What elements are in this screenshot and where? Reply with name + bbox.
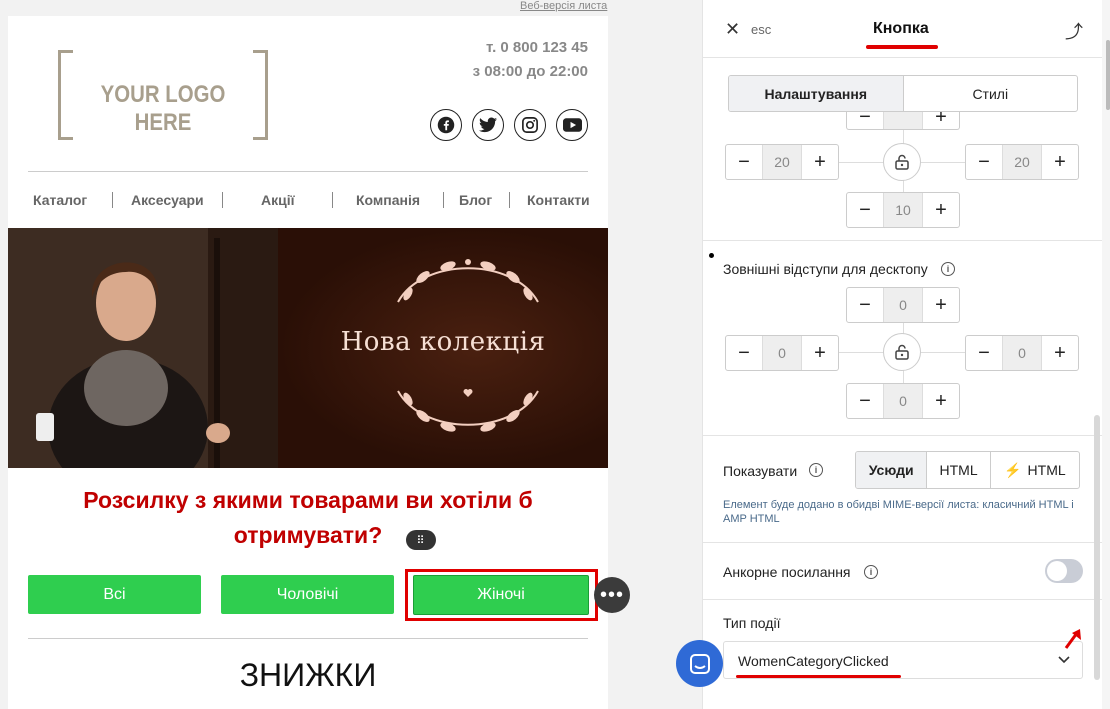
- margins-label: Зовнішні відступи для десктопу: [723, 261, 928, 277]
- margin-bottom-stepper[interactable]: − 0 +: [846, 383, 960, 419]
- nav-item-promotions[interactable]: Акції: [261, 192, 295, 208]
- nav-item-contacts[interactable]: Контакти: [527, 192, 590, 208]
- floral-wreath-top-icon: [397, 259, 539, 303]
- page-scrollbar-thumb[interactable]: [1106, 40, 1110, 110]
- info-icon[interactable]: i: [864, 565, 878, 579]
- question-heading: Розсилку з якими товарами ви хотіли б от…: [83, 487, 533, 548]
- tab-styles[interactable]: Стилі: [904, 76, 1078, 111]
- chat-icon[interactable]: [676, 640, 723, 687]
- decrement-button[interactable]: −: [966, 336, 1002, 370]
- chevron-down-icon: [1058, 651, 1070, 667]
- info-icon[interactable]: i: [809, 463, 823, 477]
- facebook-icon[interactable]: [430, 109, 462, 141]
- twitter-icon[interactable]: [472, 109, 504, 141]
- hero-title: Нова колекція: [340, 327, 546, 357]
- lightning-icon: ⚡: [1004, 461, 1022, 478]
- padding-right-stepper[interactable]: − 20 +: [965, 144, 1079, 180]
- esc-hint: esc: [751, 22, 772, 37]
- decrement-button[interactable]: −: [726, 336, 762, 370]
- youtube-icon[interactable]: [556, 109, 588, 141]
- cursor-dot: [709, 253, 714, 258]
- nav-item-company[interactable]: Компанія: [356, 192, 420, 208]
- panel-scrollbar[interactable]: [1094, 415, 1100, 680]
- increment-button[interactable]: +: [923, 288, 959, 322]
- floral-wreath-bottom-icon: [397, 389, 539, 432]
- close-icon[interactable]: ✕: [725, 19, 740, 40]
- event-type-highlight: [736, 675, 901, 678]
- email-nav: Каталог Аксесуари Акції Компанія Блог Ко…: [8, 192, 608, 210]
- increment-button[interactable]: +: [802, 336, 838, 370]
- decrement-button[interactable]: −: [847, 288, 883, 322]
- show-note: Елемент буде додано в обидві MIME-версії…: [723, 499, 1074, 525]
- working-hours: з 08:00 до 22:00: [472, 63, 588, 80]
- anchor-link-toggle[interactable]: [1045, 559, 1083, 583]
- anchor-link-label: Анкорне посилання: [723, 564, 851, 580]
- header-divider: [28, 171, 588, 172]
- nav-item-blog[interactable]: Блог: [459, 192, 492, 208]
- event-type-select[interactable]: WomenCategoryClicked: [723, 641, 1083, 679]
- web-version-link[interactable]: Веб-версія листа: [520, 0, 607, 12]
- tab-settings[interactable]: Налаштування: [729, 76, 904, 111]
- unlock-icon[interactable]: [883, 333, 921, 371]
- unlock-icon[interactable]: [883, 143, 921, 181]
- show-segmented-control: Усюди HTML ⚡ HTML: [855, 451, 1080, 489]
- section-divider: [28, 638, 588, 639]
- padding-top-stepper[interactable]: − +: [846, 112, 960, 130]
- margin-top-value[interactable]: 0: [883, 288, 923, 322]
- show-option-html[interactable]: HTML: [927, 452, 991, 488]
- red-arrow-annotation: [1064, 629, 1081, 649]
- more-options-button[interactable]: •••: [594, 577, 630, 613]
- decrement-button[interactable]: −: [966, 145, 1002, 179]
- info-icon[interactable]: i: [941, 262, 955, 276]
- panel-header: ✕ esc Кнопка ⤴: [703, 0, 1103, 58]
- padding-right-value[interactable]: 20: [1002, 145, 1042, 179]
- logo: YOUR LOGO HERE: [58, 49, 268, 141]
- increment-button[interactable]: +: [923, 384, 959, 418]
- padding-left-stepper[interactable]: − 20 +: [725, 144, 839, 180]
- margin-left-stepper[interactable]: − 0 +: [725, 335, 839, 371]
- decrement-button[interactable]: −: [847, 384, 883, 418]
- panel-tabs: Налаштування Стилі: [728, 75, 1078, 112]
- margin-bottom-value[interactable]: 0: [883, 384, 923, 418]
- category-button-men[interactable]: Чоловічі: [221, 575, 394, 614]
- logo-text: YOUR LOGO HERE: [100, 81, 226, 136]
- margin-right-value[interactable]: 0: [1002, 336, 1042, 370]
- nav-item-accessories[interactable]: Аксесуари: [131, 192, 204, 208]
- discount-heading: ЗНИЖКИ: [239, 657, 377, 693]
- drag-handle-icon[interactable]: ⠿: [406, 530, 436, 550]
- increment-button[interactable]: +: [802, 145, 838, 179]
- padding-bottom-value[interactable]: 10: [883, 193, 923, 227]
- hero-photo: [8, 228, 278, 468]
- export-icon[interactable]: ⤴: [1065, 18, 1083, 44]
- decrement-button[interactable]: −: [726, 145, 762, 179]
- event-type-label: Тип події: [723, 615, 781, 631]
- decrement-button[interactable]: −: [847, 193, 883, 227]
- show-label: Показувати: [723, 463, 798, 479]
- show-option-amp-html[interactable]: ⚡ HTML: [991, 452, 1079, 488]
- selection-highlight: [405, 569, 598, 621]
- margin-right-stepper[interactable]: − 0 +: [965, 335, 1079, 371]
- category-button-all[interactable]: Всі: [28, 575, 201, 614]
- amp-html-label: HTML: [1027, 462, 1066, 478]
- padding-left-value[interactable]: 20: [762, 145, 802, 179]
- show-option-everywhere[interactable]: Усюди: [856, 452, 928, 488]
- hero-banner: Нова колекція: [8, 228, 608, 468]
- increment-button[interactable]: +: [1042, 336, 1078, 370]
- margin-top-stepper[interactable]: − 0 +: [846, 287, 960, 323]
- title-highlight: [866, 45, 938, 49]
- panel-title: Кнопка: [873, 20, 929, 37]
- event-type-value: WomenCategoryClicked: [738, 653, 889, 669]
- padding-bottom-stepper[interactable]: − 10 +: [846, 192, 960, 228]
- email-preview: YOUR LOGO HERE т. 0 800 123 45 з 08:00 д…: [8, 16, 608, 709]
- nav-item-catalog[interactable]: Каталог: [33, 192, 87, 208]
- phone-number: т. 0 800 123 45: [486, 39, 588, 56]
- increment-button[interactable]: +: [923, 193, 959, 227]
- settings-panel: ✕ esc Кнопка ⤴ Налаштування Стилі − + − 2…: [702, 0, 1103, 709]
- margin-left-value[interactable]: 0: [762, 336, 802, 370]
- increment-button[interactable]: +: [1042, 145, 1078, 179]
- instagram-icon[interactable]: [514, 109, 546, 141]
